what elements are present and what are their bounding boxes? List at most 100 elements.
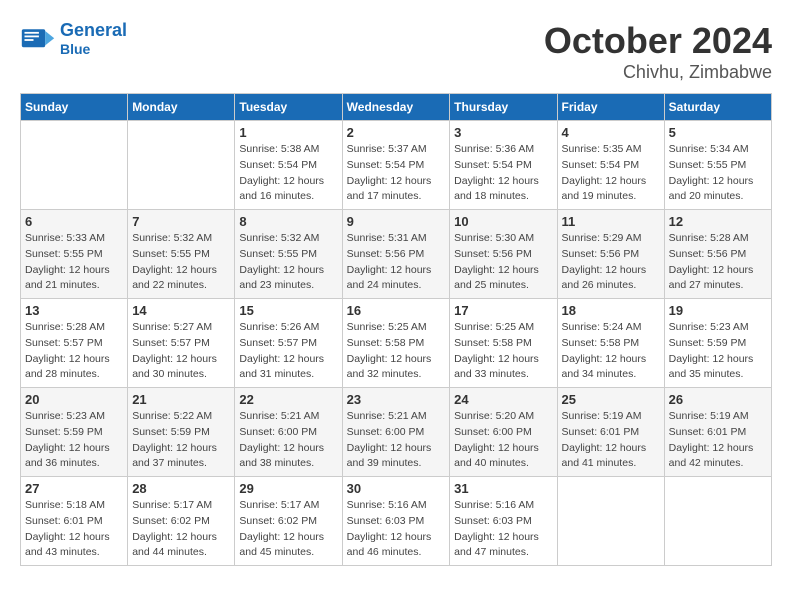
calendar-week-row: 20 Sunrise: 5:23 AMSunset: 5:59 PMDaylig… — [21, 388, 772, 477]
day-info: Sunrise: 5:30 AMSunset: 5:56 PMDaylight:… — [454, 231, 552, 294]
calendar-day-cell: 13 Sunrise: 5:28 AMSunset: 5:57 PMDaylig… — [21, 299, 128, 388]
month-year: October 2024 — [544, 20, 772, 62]
day-number: 23 — [347, 392, 446, 407]
day-info: Sunrise: 5:19 AMSunset: 6:01 PMDaylight:… — [562, 409, 660, 472]
day-number: 18 — [562, 303, 660, 318]
day-info: Sunrise: 5:32 AMSunset: 5:55 PMDaylight:… — [132, 231, 230, 294]
day-info: Sunrise: 5:19 AMSunset: 6:01 PMDaylight:… — [669, 409, 767, 472]
logo-text: General Blue — [60, 20, 127, 59]
calendar-day-cell: 7 Sunrise: 5:32 AMSunset: 5:55 PMDayligh… — [128, 210, 235, 299]
calendar-day-cell — [664, 477, 771, 566]
day-info: Sunrise: 5:32 AMSunset: 5:55 PMDaylight:… — [239, 231, 337, 294]
day-number: 26 — [669, 392, 767, 407]
day-info: Sunrise: 5:16 AMSunset: 6:03 PMDaylight:… — [454, 498, 552, 561]
day-number: 19 — [669, 303, 767, 318]
weekday-header: Monday — [128, 94, 235, 121]
calendar-day-cell: 25 Sunrise: 5:19 AMSunset: 6:01 PMDaylig… — [557, 388, 664, 477]
day-info: Sunrise: 5:21 AMSunset: 6:00 PMDaylight:… — [239, 409, 337, 472]
day-number: 2 — [347, 125, 446, 140]
calendar-day-cell: 10 Sunrise: 5:30 AMSunset: 5:56 PMDaylig… — [450, 210, 557, 299]
day-info: Sunrise: 5:17 AMSunset: 6:02 PMDaylight:… — [239, 498, 337, 561]
day-number: 13 — [25, 303, 123, 318]
day-number: 20 — [25, 392, 123, 407]
day-info: Sunrise: 5:17 AMSunset: 6:02 PMDaylight:… — [132, 498, 230, 561]
logo: General Blue — [20, 20, 127, 59]
day-info: Sunrise: 5:35 AMSunset: 5:54 PMDaylight:… — [562, 142, 660, 205]
day-number: 7 — [132, 214, 230, 229]
day-number: 5 — [669, 125, 767, 140]
calendar-day-cell: 20 Sunrise: 5:23 AMSunset: 5:59 PMDaylig… — [21, 388, 128, 477]
day-number: 16 — [347, 303, 446, 318]
calendar-day-cell: 24 Sunrise: 5:20 AMSunset: 6:00 PMDaylig… — [450, 388, 557, 477]
day-number: 17 — [454, 303, 552, 318]
day-number: 31 — [454, 481, 552, 496]
day-number: 29 — [239, 481, 337, 496]
day-number: 8 — [239, 214, 337, 229]
day-info: Sunrise: 5:28 AMSunset: 5:57 PMDaylight:… — [25, 320, 123, 383]
calendar-day-cell: 16 Sunrise: 5:25 AMSunset: 5:58 PMDaylig… — [342, 299, 450, 388]
calendar-day-cell: 26 Sunrise: 5:19 AMSunset: 6:01 PMDaylig… — [664, 388, 771, 477]
calendar-day-cell: 11 Sunrise: 5:29 AMSunset: 5:56 PMDaylig… — [557, 210, 664, 299]
logo-icon — [20, 22, 56, 58]
day-number: 27 — [25, 481, 123, 496]
day-number: 4 — [562, 125, 660, 140]
day-number: 28 — [132, 481, 230, 496]
day-info: Sunrise: 5:20 AMSunset: 6:00 PMDaylight:… — [454, 409, 552, 472]
weekday-header: Wednesday — [342, 94, 450, 121]
calendar-day-cell: 19 Sunrise: 5:23 AMSunset: 5:59 PMDaylig… — [664, 299, 771, 388]
calendar-day-cell: 30 Sunrise: 5:16 AMSunset: 6:03 PMDaylig… — [342, 477, 450, 566]
weekday-header: Tuesday — [235, 94, 342, 121]
day-number: 9 — [347, 214, 446, 229]
calendar-day-cell: 12 Sunrise: 5:28 AMSunset: 5:56 PMDaylig… — [664, 210, 771, 299]
day-number: 22 — [239, 392, 337, 407]
calendar-day-cell: 29 Sunrise: 5:17 AMSunset: 6:02 PMDaylig… — [235, 477, 342, 566]
calendar-day-cell: 2 Sunrise: 5:37 AMSunset: 5:54 PMDayligh… — [342, 121, 450, 210]
calendar-week-row: 1 Sunrise: 5:38 AMSunset: 5:54 PMDayligh… — [21, 121, 772, 210]
day-number: 10 — [454, 214, 552, 229]
day-number: 30 — [347, 481, 446, 496]
day-info: Sunrise: 5:29 AMSunset: 5:56 PMDaylight:… — [562, 231, 660, 294]
day-number: 14 — [132, 303, 230, 318]
day-number: 1 — [239, 125, 337, 140]
day-info: Sunrise: 5:38 AMSunset: 5:54 PMDaylight:… — [239, 142, 337, 205]
calendar-day-cell — [557, 477, 664, 566]
calendar-day-cell: 23 Sunrise: 5:21 AMSunset: 6:00 PMDaylig… — [342, 388, 450, 477]
day-info: Sunrise: 5:23 AMSunset: 5:59 PMDaylight:… — [25, 409, 123, 472]
calendar-day-cell: 8 Sunrise: 5:32 AMSunset: 5:55 PMDayligh… — [235, 210, 342, 299]
day-info: Sunrise: 5:25 AMSunset: 5:58 PMDaylight:… — [454, 320, 552, 383]
calendar-day-cell: 15 Sunrise: 5:26 AMSunset: 5:57 PMDaylig… — [235, 299, 342, 388]
calendar-day-cell: 17 Sunrise: 5:25 AMSunset: 5:58 PMDaylig… — [450, 299, 557, 388]
day-info: Sunrise: 5:31 AMSunset: 5:56 PMDaylight:… — [347, 231, 446, 294]
day-info: Sunrise: 5:25 AMSunset: 5:58 PMDaylight:… — [347, 320, 446, 383]
calendar-day-cell: 14 Sunrise: 5:27 AMSunset: 5:57 PMDaylig… — [128, 299, 235, 388]
calendar-day-cell: 6 Sunrise: 5:33 AMSunset: 5:55 PMDayligh… — [21, 210, 128, 299]
calendar-day-cell: 1 Sunrise: 5:38 AMSunset: 5:54 PMDayligh… — [235, 121, 342, 210]
day-info: Sunrise: 5:16 AMSunset: 6:03 PMDaylight:… — [347, 498, 446, 561]
day-number: 15 — [239, 303, 337, 318]
day-number: 24 — [454, 392, 552, 407]
day-info: Sunrise: 5:24 AMSunset: 5:58 PMDaylight:… — [562, 320, 660, 383]
day-info: Sunrise: 5:27 AMSunset: 5:57 PMDaylight:… — [132, 320, 230, 383]
calendar-day-cell: 28 Sunrise: 5:17 AMSunset: 6:02 PMDaylig… — [128, 477, 235, 566]
day-number: 11 — [562, 214, 660, 229]
weekday-header: Friday — [557, 94, 664, 121]
calendar-week-row: 13 Sunrise: 5:28 AMSunset: 5:57 PMDaylig… — [21, 299, 772, 388]
month-title: October 2024 Chivhu, Zimbabwe — [544, 20, 772, 83]
day-info: Sunrise: 5:36 AMSunset: 5:54 PMDaylight:… — [454, 142, 552, 205]
calendar-day-cell: 5 Sunrise: 5:34 AMSunset: 5:55 PMDayligh… — [664, 121, 771, 210]
calendar-header-row: SundayMondayTuesdayWednesdayThursdayFrid… — [21, 94, 772, 121]
calendar-day-cell: 31 Sunrise: 5:16 AMSunset: 6:03 PMDaylig… — [450, 477, 557, 566]
day-info: Sunrise: 5:26 AMSunset: 5:57 PMDaylight:… — [239, 320, 337, 383]
day-number: 6 — [25, 214, 123, 229]
day-number: 25 — [562, 392, 660, 407]
day-info: Sunrise: 5:37 AMSunset: 5:54 PMDaylight:… — [347, 142, 446, 205]
day-number: 12 — [669, 214, 767, 229]
calendar-week-row: 27 Sunrise: 5:18 AMSunset: 6:01 PMDaylig… — [21, 477, 772, 566]
page-header: General Blue October 2024 Chivhu, Zimbab… — [20, 20, 772, 83]
calendar-day-cell: 27 Sunrise: 5:18 AMSunset: 6:01 PMDaylig… — [21, 477, 128, 566]
day-info: Sunrise: 5:33 AMSunset: 5:55 PMDaylight:… — [25, 231, 123, 294]
calendar-day-cell: 22 Sunrise: 5:21 AMSunset: 6:00 PMDaylig… — [235, 388, 342, 477]
weekday-header: Saturday — [664, 94, 771, 121]
location: Chivhu, Zimbabwe — [544, 62, 772, 83]
calendar-day-cell — [128, 121, 235, 210]
